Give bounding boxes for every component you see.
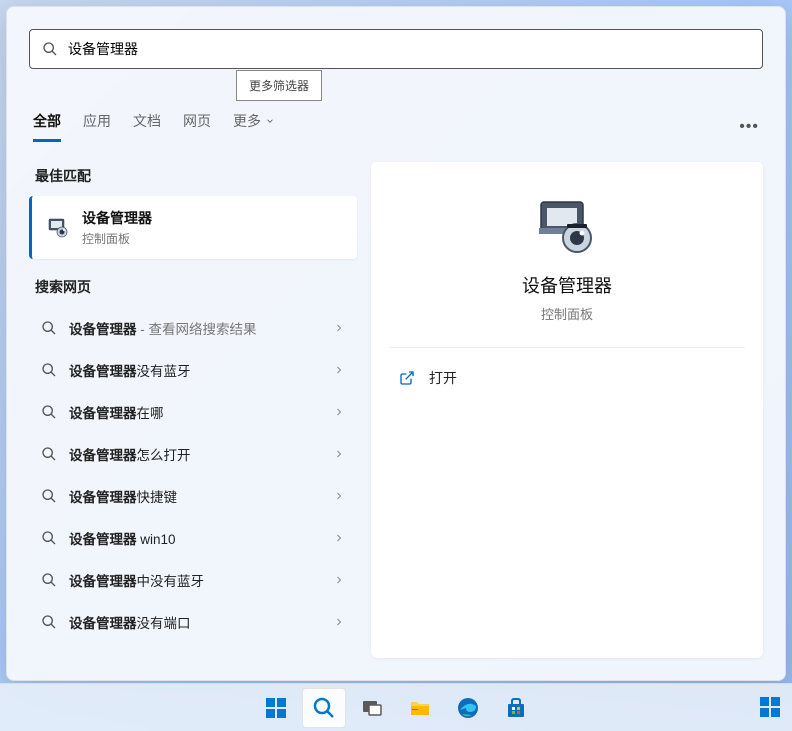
tab-docs[interactable]: 文档 bbox=[133, 111, 161, 142]
taskbar-edge[interactable] bbox=[446, 688, 490, 728]
web-result-label: 设备管理器中没有蓝牙 bbox=[69, 570, 321, 590]
web-result-item[interactable]: 设备管理器 - 查看网络搜索结果 bbox=[29, 307, 357, 349]
tab-web[interactable]: 网页 bbox=[183, 111, 211, 142]
divider bbox=[389, 347, 745, 348]
search-window: 更多筛选器 全部 应用 文档 网页 更多 ••• 最佳匹配 bbox=[6, 6, 786, 681]
web-results-list: 设备管理器 - 查看网络搜索结果设备管理器没有蓝牙设备管理器在哪设备管理器怎么打… bbox=[29, 307, 357, 643]
chevron-right-icon bbox=[333, 574, 345, 586]
web-result-label: 设备管理器快捷键 bbox=[69, 486, 321, 506]
taskbar-widgets[interactable] bbox=[758, 695, 782, 719]
best-match-title: 设备管理器 bbox=[82, 208, 152, 228]
tab-more-label: 更多 bbox=[233, 111, 261, 131]
more-options-button[interactable]: ••• bbox=[739, 118, 759, 136]
web-result-item[interactable]: 设备管理器中没有蓝牙 bbox=[29, 559, 357, 601]
search-web-header: 搜索网页 bbox=[29, 273, 357, 307]
web-result-item[interactable]: 设备管理器在哪 bbox=[29, 391, 357, 433]
detail-subtitle: 控制面板 bbox=[541, 304, 593, 323]
chevron-right-icon bbox=[333, 490, 345, 502]
search-icon bbox=[41, 488, 57, 504]
chevron-right-icon bbox=[333, 322, 345, 334]
search-icon bbox=[41, 614, 57, 630]
web-result-label: 设备管理器没有蓝牙 bbox=[69, 360, 321, 380]
web-result-item[interactable]: 设备管理器 win10 bbox=[29, 517, 357, 559]
chevron-right-icon bbox=[333, 532, 345, 544]
search-icon bbox=[41, 362, 57, 378]
web-result-label: 设备管理器 win10 bbox=[69, 528, 321, 548]
search-icon bbox=[42, 41, 58, 57]
web-result-item[interactable]: 设备管理器没有端口 bbox=[29, 601, 357, 643]
content-row: 最佳匹配 设备管理器 控制面板 搜索网页 设备管理器 - bbox=[29, 162, 763, 658]
detail-icon bbox=[535, 198, 599, 254]
web-result-label: 设备管理器怎么打开 bbox=[69, 444, 321, 464]
best-match-subtitle: 控制面板 bbox=[82, 230, 152, 247]
search-input[interactable] bbox=[68, 41, 750, 57]
open-action[interactable]: 打开 bbox=[389, 360, 745, 396]
tab-more[interactable]: 更多 bbox=[233, 111, 275, 142]
tabs-row: 全部 应用 文档 网页 更多 ••• bbox=[29, 111, 763, 142]
open-label: 打开 bbox=[429, 368, 457, 388]
chevron-down-icon bbox=[265, 116, 275, 126]
web-result-label: 设备管理器 - 查看网络搜索结果 bbox=[69, 318, 321, 338]
chevron-right-icon bbox=[333, 448, 345, 460]
taskbar-store[interactable] bbox=[494, 688, 538, 728]
best-match-header: 最佳匹配 bbox=[29, 162, 357, 196]
search-icon bbox=[41, 530, 57, 546]
search-bar[interactable]: 更多筛选器 bbox=[29, 29, 763, 69]
web-result-item[interactable]: 设备管理器怎么打开 bbox=[29, 433, 357, 475]
taskbar bbox=[0, 683, 792, 731]
detail-title: 设备管理器 bbox=[522, 272, 612, 298]
search-icon bbox=[41, 404, 57, 420]
best-match-item[interactable]: 设备管理器 控制面板 bbox=[29, 196, 357, 259]
tab-all[interactable]: 全部 bbox=[33, 111, 61, 142]
search-icon bbox=[41, 446, 57, 462]
taskbar-start[interactable] bbox=[254, 688, 298, 728]
web-result-label: 设备管理器没有端口 bbox=[69, 612, 321, 632]
open-icon bbox=[399, 370, 415, 386]
search-icon bbox=[41, 320, 57, 336]
filters-tooltip: 更多筛选器 bbox=[236, 70, 322, 101]
chevron-right-icon bbox=[333, 364, 345, 376]
tab-apps[interactable]: 应用 bbox=[83, 111, 111, 142]
chevron-right-icon bbox=[333, 616, 345, 628]
web-result-item[interactable]: 设备管理器没有蓝牙 bbox=[29, 349, 357, 391]
detail-panel: 设备管理器 控制面板 打开 bbox=[371, 162, 763, 658]
search-icon bbox=[41, 572, 57, 588]
taskbar-taskview[interactable] bbox=[350, 688, 394, 728]
web-result-item[interactable]: 设备管理器快捷键 bbox=[29, 475, 357, 517]
device-manager-icon bbox=[46, 216, 70, 240]
chevron-right-icon bbox=[333, 406, 345, 418]
taskbar-explorer[interactable] bbox=[398, 688, 442, 728]
web-result-label: 设备管理器在哪 bbox=[69, 402, 321, 422]
results-column: 最佳匹配 设备管理器 控制面板 搜索网页 设备管理器 - bbox=[29, 162, 357, 658]
taskbar-search[interactable] bbox=[302, 688, 346, 728]
